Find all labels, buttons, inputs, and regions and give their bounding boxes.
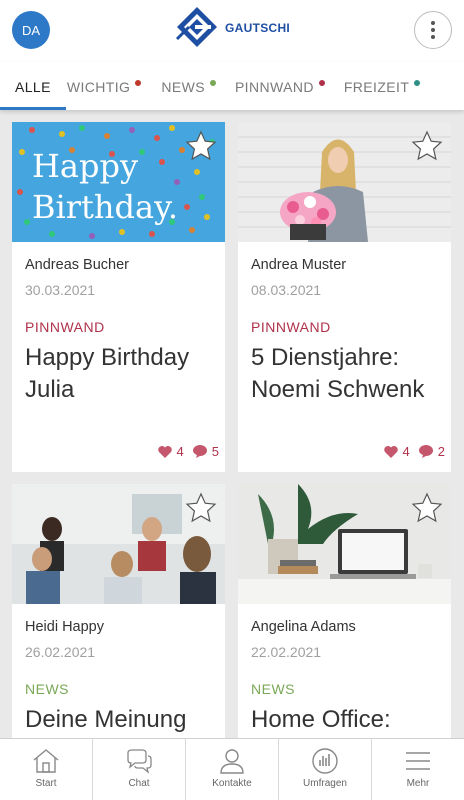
vertical-dots-icon [431, 21, 435, 39]
card-title: Home Office: [251, 706, 391, 733]
tab-label: FREIZEIT [343, 79, 410, 95]
nav-label: Mehr [406, 778, 430, 789]
tab-label: ALLE [15, 79, 51, 95]
tab-news[interactable]: NEWS [161, 62, 216, 110]
tab-freizeit[interactable]: FREIZEIT [343, 62, 421, 110]
nav-kontakte[interactable]: Kontakte [186, 739, 279, 800]
card-date: 08.03.2021 [251, 282, 322, 298]
card-title: Deine Meinung [25, 706, 187, 733]
gautschi-logo-mark [175, 7, 217, 47]
card-category: NEWS [25, 681, 69, 697]
news-card[interactable]: Angelina Adams 22.02.2021 NEWS Home Offi… [238, 484, 451, 744]
nav-label: Start [35, 778, 57, 789]
category-dot [135, 80, 142, 86]
comments-count: 5 [211, 444, 219, 459]
card-stats: 4 2 [383, 444, 445, 459]
card-author: Angelina Adams [251, 619, 356, 635]
card-image-team-meeting [12, 484, 225, 604]
person-icon [220, 749, 244, 774]
app-header: DA GAUTSCHI [0, 0, 464, 62]
nav-umfragen[interactable]: Umfragen [279, 739, 372, 800]
card-title: Happy Birthday Julia [25, 344, 190, 403]
image-text-line-2: Birthday. [32, 188, 178, 226]
card-date: 22.02.2021 [251, 644, 322, 660]
tab-label: PINNWAND [234, 79, 314, 95]
card-date: 30.03.2021 [25, 282, 96, 298]
news-card[interactable]: Andrea Muster 08.03.2021 PINNWAND 5 Dien… [238, 122, 451, 472]
poll-icon [312, 748, 338, 774]
nav-mehr[interactable]: Mehr [372, 739, 464, 800]
news-card[interactable]: Heidi Happy 26.02.2021 NEWS Deine Meinun… [12, 484, 225, 744]
bottom-navigation: Start Chat Kontakte Umfragen Mehr [0, 738, 464, 800]
card-stats: 4 5 [157, 444, 219, 459]
image-text-line-1: Happy [32, 147, 138, 185]
card-category: NEWS [251, 681, 295, 697]
card-image-woman-with-flowers [238, 122, 451, 242]
news-card[interactable]: Happy Birthday. Andreas Bucher 30.03.202… [12, 122, 225, 472]
avatar-initials: DA [21, 22, 41, 38]
more-options-button[interactable] [414, 11, 452, 49]
tab-wichtig[interactable]: WICHTIG [66, 62, 142, 110]
tab-alle[interactable]: ALLE [0, 62, 66, 110]
nav-start[interactable]: Start [0, 739, 93, 800]
favorite-star-icon[interactable] [411, 492, 443, 524]
home-icon [33, 749, 59, 773]
favorite-star-icon[interactable] [185, 492, 217, 524]
heart-icon[interactable] [383, 445, 399, 459]
card-author: Andrea Muster [251, 257, 347, 273]
nav-label: Kontakte [212, 778, 252, 789]
comment-icon[interactable] [192, 444, 208, 459]
card-category: PINNWAND [251, 319, 331, 335]
gautschi-logo: GAUTSCHI [175, 5, 305, 49]
tab-pinnwand[interactable]: PINNWAND [235, 62, 325, 110]
hamburger-icon [406, 752, 430, 770]
favorite-star-icon[interactable] [411, 130, 443, 162]
heart-icon[interactable] [157, 445, 173, 459]
avatar[interactable]: DA [12, 11, 50, 49]
card-image-laptop-desk [238, 484, 451, 604]
card-date: 26.02.2021 [25, 644, 96, 660]
favorite-star-icon[interactable] [185, 130, 217, 162]
category-dot [209, 80, 216, 86]
category-dot [414, 80, 421, 86]
tab-label: WICHTIG [66, 79, 131, 95]
card-category: PINNWAND [25, 319, 105, 335]
nav-chat[interactable]: Chat [93, 739, 186, 800]
filter-tabs: ALLE WICHTIG NEWS PINNWAND FREIZEIT [0, 62, 464, 110]
nav-label: Chat [128, 778, 150, 789]
card-author: Andreas Bucher [25, 257, 129, 273]
card-image-happy-birthday: Happy Birthday. [12, 122, 225, 242]
chat-icon [127, 749, 152, 774]
card-title: 5 Dienstjahre: Noemi Schwenk [251, 344, 425, 403]
nav-label: Umfragen [303, 778, 347, 789]
comment-icon[interactable] [418, 444, 434, 459]
card-author: Heidi Happy [25, 619, 104, 635]
category-dot [318, 80, 325, 86]
logo-text: GAUTSCHI [225, 21, 291, 35]
tab-label: NEWS [161, 79, 205, 95]
comments-count: 2 [437, 444, 445, 459]
likes-count: 4 [402, 444, 410, 459]
likes-count: 4 [176, 444, 184, 459]
